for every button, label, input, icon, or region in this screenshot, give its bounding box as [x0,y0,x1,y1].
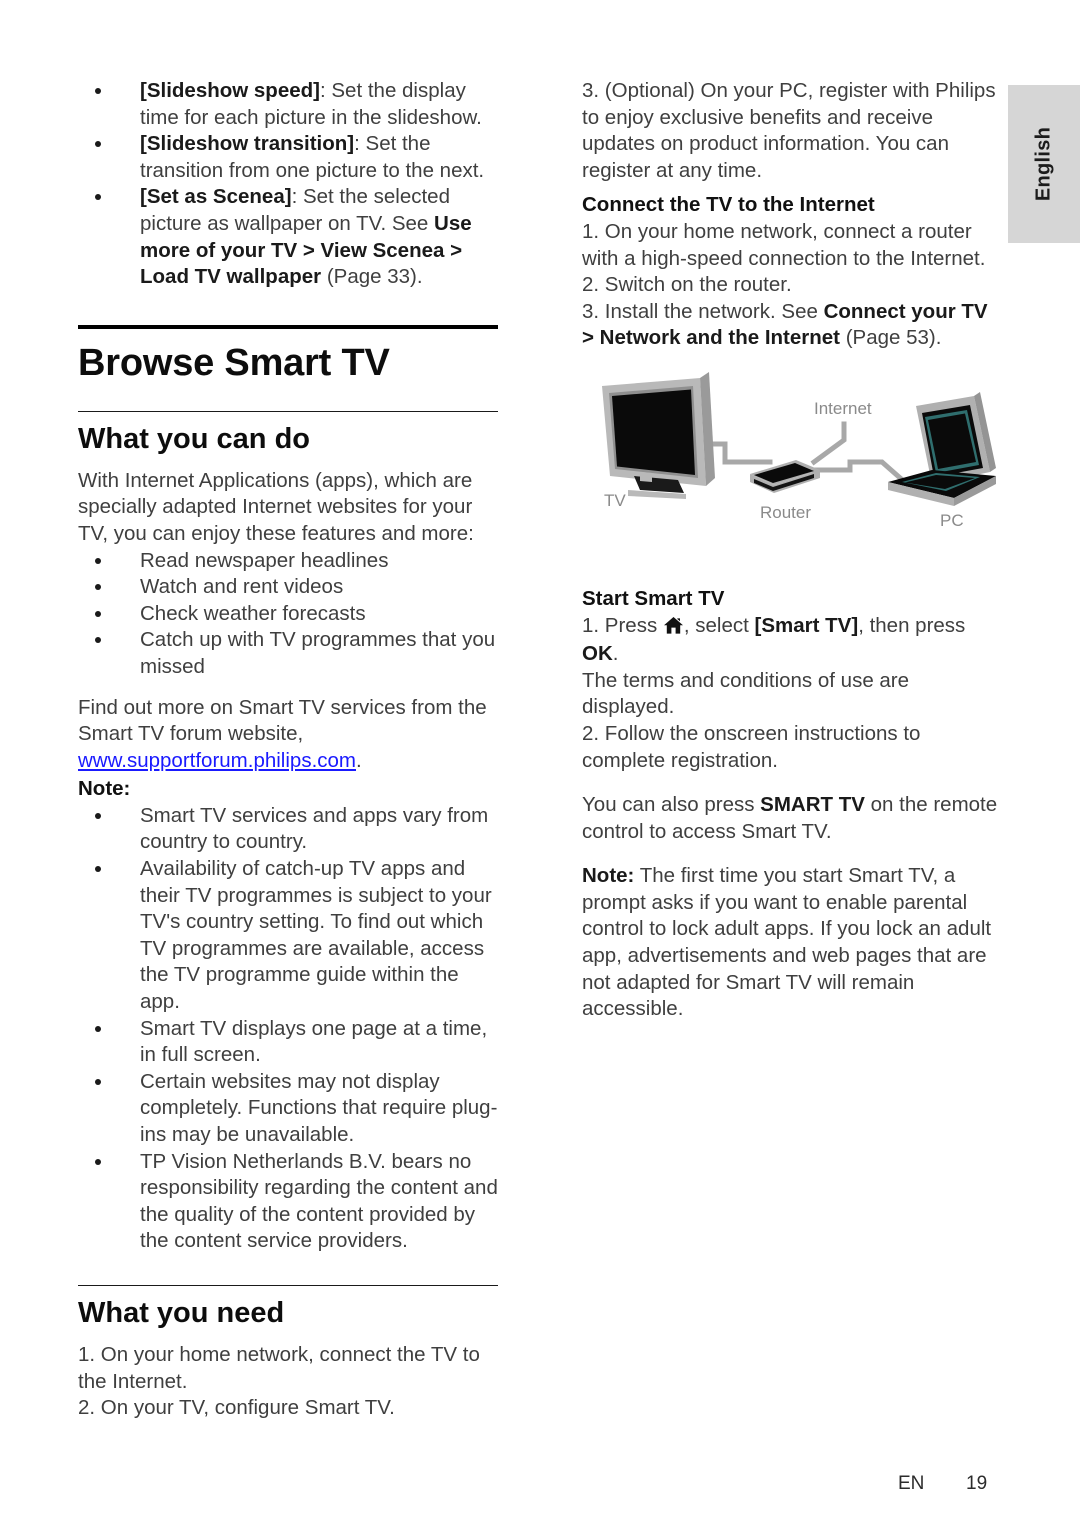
subsection-connect-tv-to-internet: Connect the TV to the Internet [582,193,875,217]
page-title: Browse Smart TV [78,341,390,384]
note-label-left: Note: [78,777,131,801]
connect-step-1: 1. On your home network, connect a route… [582,219,986,270]
note-body-right: The first time you start Smart TV, a pro… [582,864,992,1021]
start-step-1-prefix: 1. Press [582,613,663,637]
what-you-can-do-intro: With Internet Applications (apps), which… [78,468,474,545]
list-item: [Slideshow speed]: Set the display time … [78,78,498,131]
diagram-label-tv: TV [604,491,626,510]
left-column: [Slideshow speed]: Set the display time … [78,78,498,1422]
connect-step-3-text: 3. Install the network. See [582,299,824,323]
list-item: Watch and rent videos [78,574,498,601]
connect-step-3-page: (Page 53). [840,326,942,350]
option-page-ref: (Page 33). [321,265,423,289]
what-you-need-step-1: 1. On your home network, connect the TV … [78,1342,480,1393]
start-step-2: 2. Follow the onscreen instructions to c… [582,721,921,772]
features-list: Read newspaper headlines Watch and rent … [78,548,498,681]
list-item: Check weather forecasts [78,601,498,628]
list-item: TP Vision Netherlands B.V. bears no resp… [78,1149,498,1255]
section-heading-what-you-need: What you need [78,1296,285,1329]
list-item: Availability of catch-up TV apps and the… [78,856,498,1016]
list-item: Read newspaper headlines [78,548,498,575]
pc-illustration [888,391,996,506]
option-label: [Set as Scenea] [140,185,292,209]
option-label: [Slideshow transition] [140,132,355,156]
diagram-label-pc: PC [940,511,964,530]
diagram-label-internet: Internet [814,399,872,418]
forum-text: Find out more on Smart TV services from … [78,695,487,746]
footer-page-number: 19 [966,1473,988,1494]
remote-prefix: You can also press [582,793,761,817]
right-column: 3. (Optional) On your PC, register with … [582,78,1002,1041]
start-step-1-mid: , select [683,613,755,637]
manual-page: English [Slideshow speed]: Set the displ… [0,0,1080,1532]
language-side-tab: English [1008,85,1080,243]
list-item: Smart TV displays one page at a time, in… [78,1016,498,1069]
chapter-rule [78,324,498,329]
list-item: Catch up with TV programmes that you mis… [78,627,498,680]
list-item: Smart TV services and apps vary from cou… [78,803,498,856]
terms-text: The terms and conditions of use are disp… [582,668,910,719]
tv-illustration [602,371,715,499]
footer-language-code: EN [898,1473,925,1494]
start-step-1-menu: [Smart TV] [754,613,859,637]
support-forum-link[interactable]: www.supportforum.philips.com [78,749,356,772]
list-item: [Slideshow transition]: Set the transiti… [78,131,498,184]
smart-tv-key: SMART TV [760,793,865,817]
optional-register-step: 3. (Optional) On your PC, register with … [582,79,996,182]
network-diagram: TV Router Internet PC [582,366,1002,566]
subsection-start-smart-tv: Start Smart TV [582,586,725,610]
slideshow-options-list: [Slideshow speed]: Set the display time … [78,78,498,291]
start-step-1: 1. Press , select [Smart TV], then press… [582,613,1002,668]
home-icon [663,615,683,642]
router-illustration [750,459,820,493]
section-rule-what-you-need [78,1284,498,1286]
diagram-label-router: Router [760,503,811,522]
language-side-tab-label: English [1032,126,1055,202]
note-paragraph-right: Note: The first time you start Smart TV,… [582,863,1002,1023]
page-footer: EN 19 [0,1473,1080,1503]
forum-text-end: . [356,748,362,772]
section-rule [78,410,498,412]
connect-step-2: 2. Switch on the router. [582,273,792,297]
what-you-need-step-2: 2. On your TV, configure Smart TV. [78,1396,395,1420]
start-step-1-suffix: . [612,642,619,666]
connect-step-3: 3. Install the network. See Connect your… [582,299,1002,352]
option-label: [Slideshow speed] [140,79,320,102]
list-item: [Set as Scenea]: Set the selected pictur… [78,184,498,290]
start-step-1-mid2: , then press [858,613,966,637]
start-step-1-ok-key: OK [582,642,613,666]
list-item: Certain websites may not display complet… [78,1069,498,1149]
section-heading-what-you-can-do: What you can do [78,422,310,455]
forum-paragraph: Find out more on Smart TV services from … [78,695,498,775]
notes-list: Smart TV services and apps vary from cou… [78,803,498,1255]
note-label-right: Note: [582,864,635,888]
remote-control-paragraph: You can also press SMART TV on the remot… [582,792,1002,845]
